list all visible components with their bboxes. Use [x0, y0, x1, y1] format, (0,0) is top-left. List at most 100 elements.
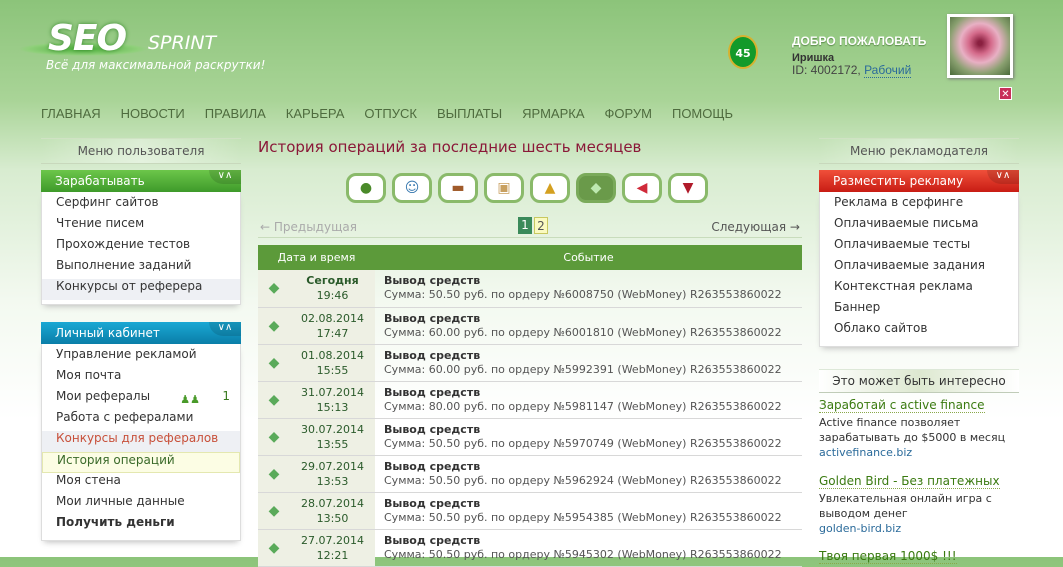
money-icon: ◆	[258, 418, 290, 456]
collapse-chevron-icon[interactable]: ∨∧	[209, 170, 241, 184]
advert-menu-header[interactable]: Разместить рекламу ∨∧	[819, 170, 1019, 192]
menu-item-paid-tests[interactable]: Оплачиваемые тесты	[820, 237, 1018, 258]
menu-item-ad-management[interactable]: Управление рекламой	[42, 347, 240, 368]
ad-url[interactable]: activefinance.biz	[819, 445, 1029, 460]
advertiser-menu-title: Меню рекламодателя	[819, 138, 1019, 164]
nav-career[interactable]: КАРЬЕРА	[286, 106, 345, 121]
next-page-link[interactable]: Следующая →	[711, 220, 800, 234]
row-event-title: Вывод средств	[384, 533, 481, 547]
column-header-event: Событие	[375, 245, 802, 270]
row-event-title: Вывод средств	[384, 311, 481, 325]
money-icon: ◆	[258, 492, 290, 530]
table-row: ◆ 31.07.2014 15:13 Вывод средств Сумма: 80…	[258, 381, 802, 419]
nav-rules[interactable]: ПРАВИЛА	[205, 106, 266, 121]
row-event-details: Сумма: 60.00 руб. по ордеру №6001810 (We…	[384, 325, 782, 339]
tab-money-icon[interactable]: ◆	[576, 173, 616, 203]
operations-table: Дата и время Событие ◆ Сегодня 19:46 Выво…	[258, 245, 802, 567]
menu-item-reading-mail[interactable]: Чтение писем	[42, 216, 240, 237]
ad-url[interactable]: golden-bird.biz	[819, 521, 1029, 536]
pagination: ← Предыдущая 1 2 Следующая →	[258, 216, 802, 238]
menu-item-operations-history[interactable]: История операций	[42, 452, 240, 473]
ad-description: Увлекательная онлайн игра с выводом дене…	[819, 492, 992, 520]
money-icon: ◆	[258, 344, 290, 382]
cabinet-menu-title: Личный кабинет	[55, 326, 160, 340]
row-datetime: 31.07.2014 15:13	[290, 381, 375, 419]
row-time: 13:50	[316, 511, 349, 525]
menu-item-context-ads[interactable]: Контекстная реклама	[820, 279, 1018, 300]
table-row: ◆ Сегодня 19:46 Вывод средств Сумма: 50.50…	[258, 270, 802, 308]
ad-item: Заработай с active finance Active financ…	[819, 398, 1029, 460]
row-datetime: 27.07.2014 12:21	[290, 529, 375, 567]
row-event: Вывод средств Сумма: 60.00 руб. по ордеру…	[375, 344, 802, 382]
page-title: История операций за последние шесть меся…	[258, 138, 642, 156]
menu-item-referral-contests[interactable]: Конкурсы для рефералов	[42, 431, 240, 452]
menu-item-tasks[interactable]: Выполнение заданий	[42, 258, 240, 279]
nav-forum[interactable]: ФОРУМ	[605, 106, 652, 121]
nav-fair[interactable]: ЯРМАРКА	[522, 106, 584, 121]
level-badge[interactable]: 45	[720, 30, 766, 74]
tab-shopping-bag-icon[interactable]: ▣	[484, 173, 524, 203]
row-event: Вывод средств Сумма: 50.50 руб. по ордеру…	[375, 455, 802, 493]
tab-user-icon[interactable]: ☺	[392, 173, 432, 203]
collapse-chevron-icon[interactable]: ∨∧	[209, 322, 241, 336]
ad-title-link[interactable]: Заработай с active finance	[819, 398, 985, 413]
earn-menu-header[interactable]: Зарабатывать ∨∧	[41, 170, 241, 192]
row-date: 28.07.2014	[301, 496, 364, 510]
collapse-chevron-icon[interactable]: ∨∧	[987, 170, 1019, 184]
ad-title-link[interactable]: Golden Bird - Без платежных	[819, 474, 1000, 489]
nav-home[interactable]: ГЛАВНАЯ	[41, 106, 101, 121]
row-time: 15:55	[316, 363, 349, 377]
interest-title: Это может быть интересно	[819, 369, 1019, 393]
prev-page-link[interactable]: ← Предыдущая	[260, 220, 357, 234]
row-datetime: 01.08.2014 15:55	[290, 344, 375, 382]
advert-menu-title: Разместить рекламу	[833, 174, 964, 188]
row-time: 19:46	[316, 289, 349, 303]
cabinet-menu: Управление рекламой Моя почта Мои рефера…	[41, 344, 241, 541]
nav-payouts[interactable]: ВЫПЛАТЫ	[437, 106, 502, 121]
user-status-link[interactable]: Рабочий	[864, 63, 912, 78]
menu-item-surfing[interactable]: Серфинг сайтов	[42, 195, 240, 216]
row-event-details: Сумма: 50.50 руб. по ордеру №6008750 (We…	[384, 288, 782, 302]
menu-item-my-referrals[interactable]: Мои рефералы ♟♟ 1	[42, 389, 240, 410]
menu-item-label: Мои рефералы	[56, 389, 151, 403]
menu-item-referer-contests[interactable]: Конкурсы от реферера	[42, 279, 240, 300]
tab-wallet-icon[interactable]: ▬	[438, 173, 478, 203]
tab-globe-icon[interactable]: ●	[346, 173, 386, 203]
menu-item-referral-work[interactable]: Работа с рефералами	[42, 410, 240, 431]
tab-wine-glass-icon[interactable]: ▼	[668, 173, 708, 203]
logout-close-icon[interactable]: ✕	[999, 87, 1012, 100]
earn-menu: Серфинг сайтов Чтение писем Прохождение …	[41, 192, 241, 305]
row-time: 13:53	[316, 474, 349, 488]
main-nav: ГЛАВНАЯ НОВОСТИ ПРАВИЛА КАРЬЕРА ОТПУСК В…	[41, 106, 753, 121]
menu-item-sites-cloud[interactable]: Облако сайтов	[820, 321, 1018, 342]
user-menu: Меню пользователя Зарабатывать ∨∧ Серфинг…	[41, 138, 241, 541]
menu-item-get-money[interactable]: Получить деньги	[42, 515, 240, 536]
cabinet-menu-header[interactable]: Личный кабинет ∨∧	[41, 322, 241, 344]
avatar[interactable]	[947, 14, 1013, 78]
nav-vacation[interactable]: ОТПУСК	[364, 106, 417, 121]
logo-text: SEO	[48, 18, 127, 59]
menu-item-paid-mails[interactable]: Оплачиваемые письма	[820, 216, 1018, 237]
row-event: Вывод средств Сумма: 50.50 руб. по ордеру…	[375, 529, 802, 567]
menu-item-banner[interactable]: Баннер	[820, 300, 1018, 321]
table-row: ◆ 28.07.2014 13:50 Вывод средств Сумма: 50…	[258, 492, 802, 530]
row-event-details: Сумма: 50.50 руб. по ордеру №5970749 (We…	[384, 436, 782, 450]
menu-item-surf-ads[interactable]: Реклама в серфинге	[820, 195, 1018, 216]
row-date: 02.08.2014	[301, 311, 364, 325]
money-icon: ◆	[258, 381, 290, 419]
money-icon: ◆	[258, 270, 290, 308]
menu-item-paid-tasks[interactable]: Оплачиваемые задания	[820, 258, 1018, 279]
menu-item-my-mail[interactable]: Моя почта	[42, 368, 240, 389]
tab-megaphone-icon[interactable]: ◀	[622, 173, 662, 203]
page-1[interactable]: 1	[518, 217, 532, 234]
page-2[interactable]: 2	[534, 217, 548, 234]
user-id: ID: 4002172, Рабочий	[792, 63, 912, 78]
menu-item-tests[interactable]: Прохождение тестов	[42, 237, 240, 258]
row-event: Вывод средств Сумма: 60.00 руб. по ордеру…	[375, 307, 802, 345]
user-id-label: ID: 4002172,	[792, 63, 861, 77]
nav-news[interactable]: НОВОСТИ	[121, 106, 185, 121]
nav-help[interactable]: ПОМОЩЬ	[672, 106, 733, 121]
tab-lock-edit-icon[interactable]: ▲	[530, 173, 570, 203]
menu-item-personal-data[interactable]: Мои личные данные	[42, 494, 240, 515]
menu-item-my-wall[interactable]: Моя стена	[42, 473, 240, 494]
